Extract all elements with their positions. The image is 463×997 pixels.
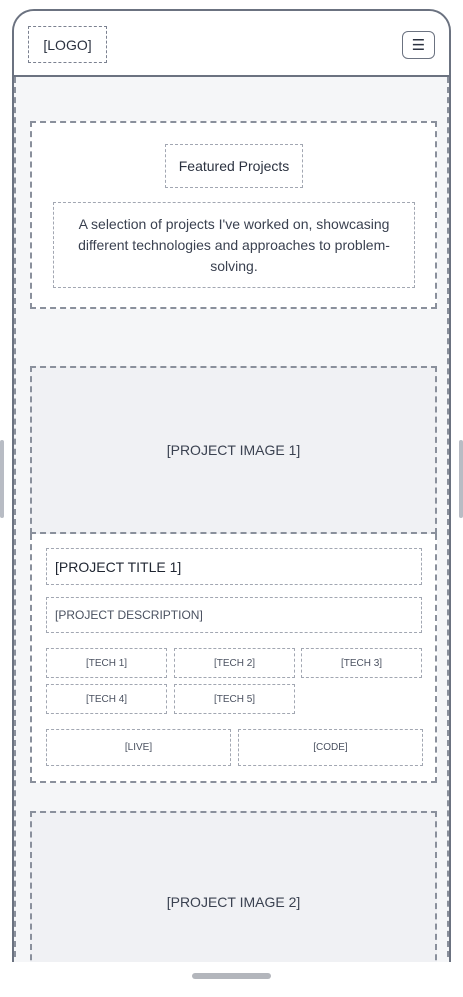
site-header: [LOGO] ☰ [14, 11, 449, 77]
home-indicator [192, 973, 271, 979]
project-card-body: [PROJECT TITLE 1] [PROJECT DESCRIPTION] … [30, 534, 437, 783]
device-side-button-left [0, 440, 4, 518]
menu-button[interactable]: ☰ [402, 31, 435, 59]
code-link-button[interactable]: [CODE] [238, 729, 423, 766]
main-content: Featured Projects A selection of project… [14, 77, 449, 962]
tech-tag: [TECH 2] [174, 648, 295, 678]
project-title: [PROJECT TITLE 1] [46, 548, 422, 585]
project-card: [PROJECT IMAGE 2] [30, 811, 437, 962]
projects-intro-section: Featured Projects A selection of project… [30, 121, 437, 309]
section-title: Featured Projects [165, 144, 303, 188]
project-card: [PROJECT IMAGE 1] [PROJECT TITLE 1] [PRO… [30, 366, 437, 783]
hamburger-menu-icon: ☰ [411, 37, 426, 54]
tech-tag: [TECH 5] [174, 684, 295, 714]
tech-tag: [TECH 4] [46, 684, 167, 714]
project-description: [PROJECT DESCRIPTION] [46, 597, 422, 633]
device-screen: [LOGO] ☰ Featured Projects A selection o… [12, 9, 451, 962]
tech-tag: [TECH 1] [46, 648, 167, 678]
project-image-placeholder: [PROJECT IMAGE 2] [30, 811, 437, 962]
logo-placeholder[interactable]: [LOGO] [28, 26, 107, 63]
device-side-button-right [459, 440, 463, 518]
tech-tag: [TECH 3] [301, 648, 422, 678]
section-description: A selection of projects I've worked on, … [53, 202, 415, 288]
live-link-button[interactable]: [LIVE] [46, 729, 231, 766]
project-image-placeholder: [PROJECT IMAGE 1] [30, 366, 437, 534]
